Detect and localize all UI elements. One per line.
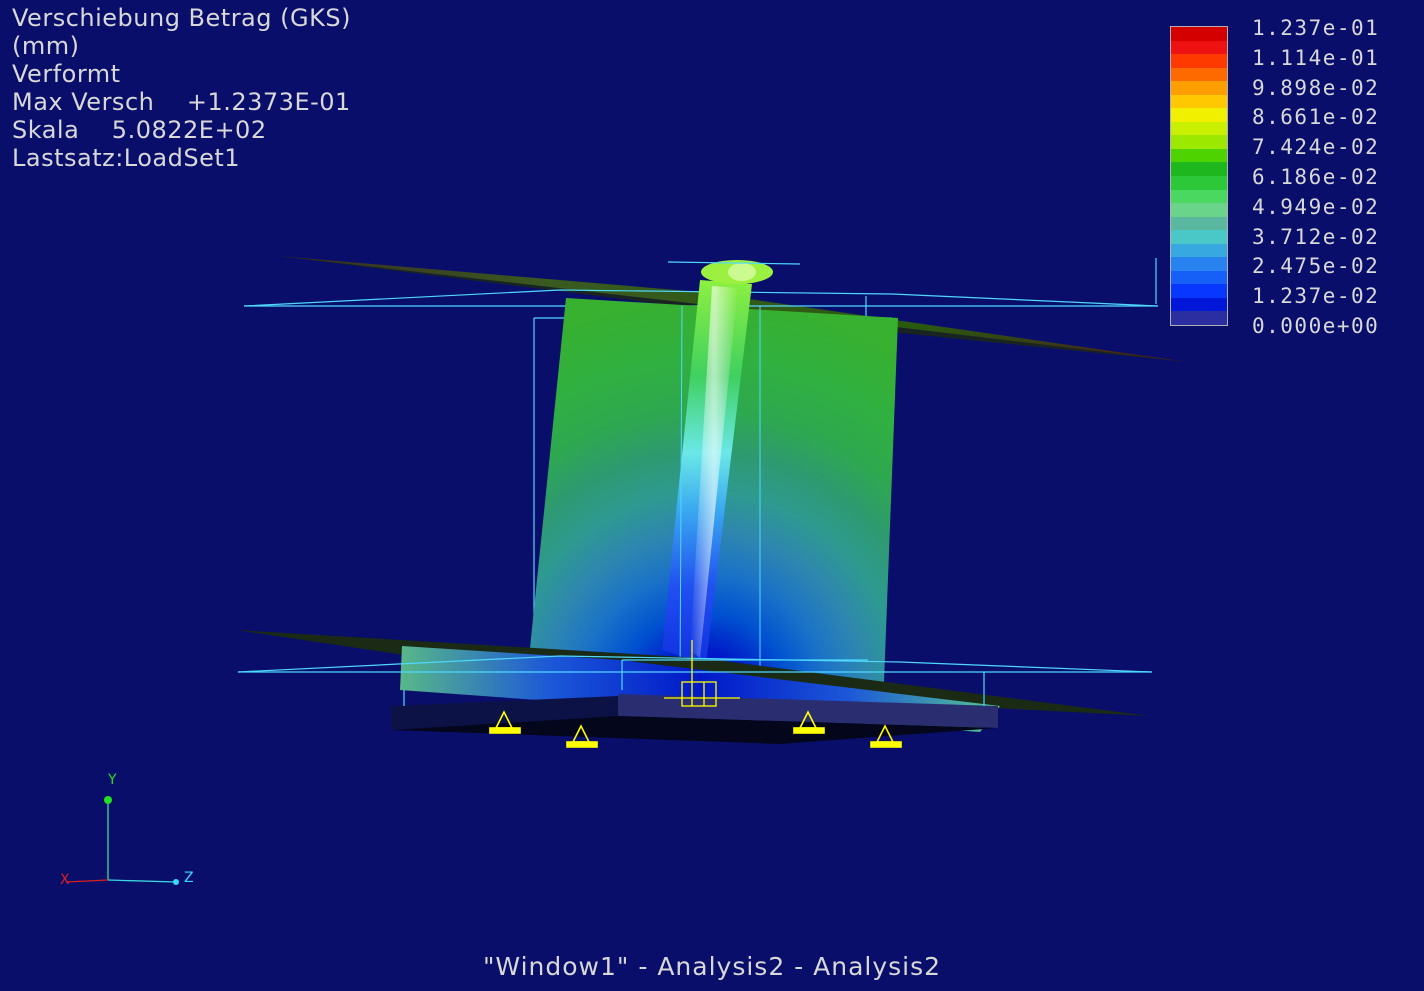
axis-z-line bbox=[107, 879, 177, 883]
axis-y-dot bbox=[104, 796, 112, 804]
legend-band bbox=[1171, 67, 1227, 82]
legend-label: 7.424e-02 bbox=[1252, 135, 1380, 160]
info-line: (mm) bbox=[12, 32, 80, 60]
legend-label: 1.237e-01 bbox=[1252, 16, 1380, 40]
info-line: Skala 5.0822E+02 bbox=[12, 116, 267, 144]
legend-band bbox=[1171, 203, 1227, 217]
constraint-2-base[interactable] bbox=[566, 741, 598, 748]
legend-band bbox=[1171, 311, 1227, 326]
legend-label: 1.114e-01 bbox=[1252, 45, 1380, 70]
legend-label: 4.949e-02 bbox=[1252, 194, 1380, 219]
constraint-1-base[interactable] bbox=[489, 727, 521, 734]
legend-label: 8.661e-02 bbox=[1252, 105, 1380, 130]
legend-color-bar bbox=[1170, 26, 1228, 326]
legend-band bbox=[1171, 270, 1227, 285]
legend-band bbox=[1171, 216, 1227, 231]
legend-band bbox=[1171, 176, 1227, 190]
axis-y-label: Y bbox=[108, 772, 117, 788]
axis-z-label: Z bbox=[184, 870, 194, 886]
legend-band bbox=[1171, 81, 1227, 95]
legend-band bbox=[1171, 284, 1227, 298]
legend-label: 6.186e-02 bbox=[1252, 164, 1380, 189]
constraint-4-base[interactable] bbox=[870, 741, 902, 748]
info-line: Verschiebung Betrag (GKS) bbox=[12, 4, 351, 32]
window-caption: "Window1" - Analysis2 - Analysis2 bbox=[482, 952, 942, 981]
info-line: Lastsatz:LoadSet1 bbox=[12, 144, 241, 172]
axis-z-dot bbox=[173, 879, 179, 885]
color-legend[interactable]: 1.237e-01 1.114e-01 9.898e-02 8.661e-02 … bbox=[1170, 16, 1410, 338]
legend-band bbox=[1171, 40, 1227, 55]
legend-band bbox=[1171, 27, 1227, 41]
info-line: Verformt bbox=[12, 60, 121, 88]
axis-triad bbox=[65, 796, 179, 885]
legend-band bbox=[1171, 230, 1227, 244]
legend-label: 2.475e-02 bbox=[1252, 254, 1380, 279]
legend-labels: 1.237e-01 1.114e-01 9.898e-02 8.661e-02 … bbox=[1252, 14, 1379, 342]
legend-band bbox=[1171, 94, 1227, 109]
legend-band bbox=[1171, 257, 1227, 271]
result-info-panel: Verschiebung Betrag (GKS) (mm) Verformt … bbox=[12, 4, 351, 172]
legend-band bbox=[1171, 162, 1227, 177]
legend-band bbox=[1171, 54, 1227, 68]
legend-band bbox=[1171, 297, 1227, 312]
legend-label: 1.237e-02 bbox=[1252, 284, 1380, 309]
legend-band bbox=[1171, 121, 1227, 136]
info-line: Max Versch +1.2373E-01 bbox=[12, 88, 351, 116]
constraint-3-base[interactable] bbox=[793, 727, 825, 734]
legend-label: 0.000e+00 bbox=[1252, 313, 1380, 338]
legend-band bbox=[1171, 243, 1227, 258]
legend-label: 9.898e-02 bbox=[1252, 75, 1380, 100]
axis-x-line bbox=[65, 879, 109, 883]
legend-label: 3.712e-02 bbox=[1252, 224, 1380, 249]
legend-band bbox=[1171, 189, 1227, 204]
legend-band bbox=[1171, 148, 1227, 163]
legend-band bbox=[1171, 135, 1227, 149]
legend-band bbox=[1171, 108, 1227, 122]
axis-x-label: X bbox=[60, 872, 70, 888]
rod-top-shine bbox=[728, 263, 756, 281]
